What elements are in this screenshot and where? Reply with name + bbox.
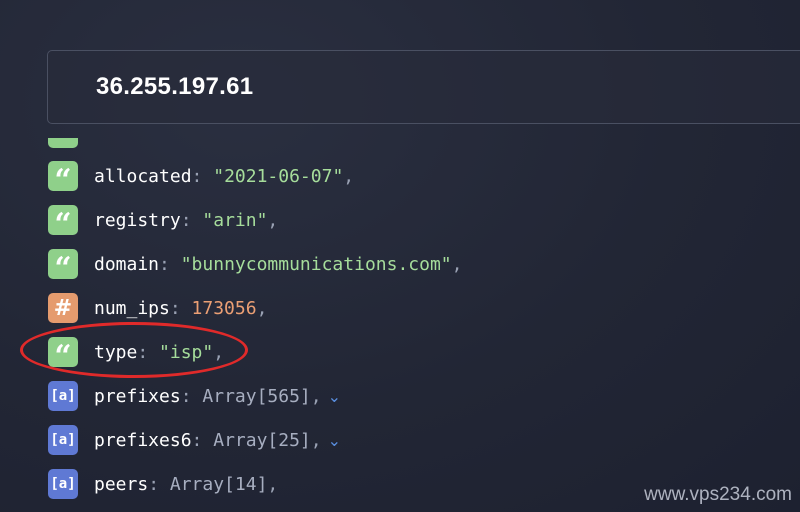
field-row-allocated: “ allocated: "2021-06-07", <box>48 160 354 196</box>
field-line: domain: "bunnycommunications.com", <box>94 254 463 275</box>
array-icon: [a] <box>48 425 78 455</box>
field-value: "arin" <box>202 209 268 231</box>
field-value: Array[25] <box>213 429 311 451</box>
field-key: registry <box>94 209 181 231</box>
chevron-down-icon[interactable]: ⌄ <box>328 431 341 450</box>
field-value: "2021-06-07" <box>213 165 344 187</box>
comma: , <box>256 297 268 319</box>
quote-icon: “ <box>48 249 78 284</box>
field-key: peers <box>94 473 149 495</box>
colon: : <box>159 253 170 275</box>
colon: : <box>169 297 181 319</box>
quote-icon: “ <box>48 161 78 196</box>
field-row-peers[interactable]: [a] peers: Array[14], <box>48 468 278 500</box>
field-row-prefixes6[interactable]: [a] prefixes6: Array[25], ⌄ <box>48 424 341 456</box>
field-key: allocated <box>94 165 192 187</box>
field-line: allocated: "2021-06-07", <box>94 166 354 187</box>
field-key: domain <box>94 253 160 275</box>
comma: , <box>343 165 355 187</box>
colon: : <box>191 429 203 451</box>
field-key: prefixes <box>94 385 181 407</box>
field-row-domain: “ domain: "bunnycommunications.com", <box>48 248 463 284</box>
quote-icon: “ <box>48 205 78 240</box>
array-icon: [a] <box>48 381 78 411</box>
field-row-num-ips: # num_ips: 173056, <box>48 292 267 324</box>
chevron-down-icon[interactable]: ⌄ <box>328 387 341 406</box>
red-highlight-ellipse <box>20 322 248 378</box>
ip-address-text: 36.255.197.61 <box>96 73 254 100</box>
ip-search-box[interactable]: 36.255.197.61 <box>47 50 800 124</box>
comma: , <box>451 253 463 275</box>
colon: : <box>180 209 192 231</box>
colon: : <box>180 385 192 407</box>
watermark-text: www.vps234.com <box>644 484 792 505</box>
field-line: prefixes6: Array[25], <box>94 430 322 451</box>
colon: : <box>191 165 203 187</box>
comma: , <box>310 429 322 451</box>
field-value: "bunnycommunications.com" <box>180 253 452 275</box>
array-icon: [a] <box>48 469 78 499</box>
field-row-prefixes[interactable]: [a] prefixes: Array[565], ⌄ <box>48 380 341 412</box>
field-line: registry: "arin", <box>94 210 278 231</box>
field-row-registry: “ registry: "arin", <box>48 204 278 240</box>
field-key: num_ips <box>94 297 170 319</box>
field-key: prefixes6 <box>94 429 192 451</box>
colon: : <box>148 473 160 495</box>
field-value: 173056 <box>191 297 257 319</box>
comma: , <box>310 385 322 407</box>
field-value: Array[565] <box>202 385 311 407</box>
field-value: Array[14] <box>169 473 268 495</box>
field-line: num_ips: 173056, <box>94 298 267 319</box>
string-badge-partial <box>48 138 78 148</box>
comma: , <box>267 473 279 495</box>
comma: , <box>267 209 279 231</box>
field-line: peers: Array[14], <box>94 474 278 495</box>
field-line: prefixes: Array[565], <box>94 386 322 407</box>
hash-icon: # <box>48 293 78 323</box>
